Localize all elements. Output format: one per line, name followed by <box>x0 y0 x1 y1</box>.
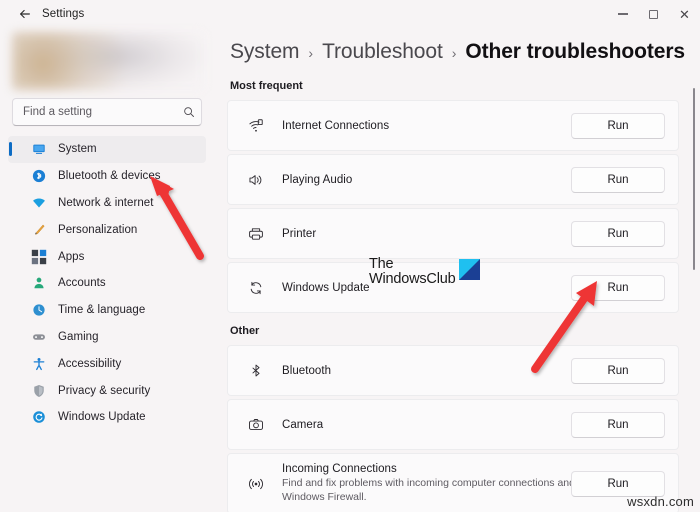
sidebar-item-network-internet[interactable]: Network & internet <box>8 190 206 217</box>
bluetooth-icon <box>30 167 48 185</box>
sidebar-item-label: Accounts <box>58 277 106 290</box>
back-arrow-icon <box>20 9 30 19</box>
close-button[interactable]: ✕ <box>669 0 700 28</box>
section-heading-other: Other <box>230 325 260 337</box>
run-button-windows-update[interactable]: Run <box>571 274 665 301</box>
refresh-icon <box>246 280 266 296</box>
update-icon <box>30 408 48 426</box>
breadcrumb-system[interactable]: System <box>230 40 300 64</box>
breadcrumb: System › Troubleshoot › Other troublesho… <box>230 40 685 64</box>
run-button-printer[interactable]: Run <box>571 220 665 247</box>
sidebar-item-windows-update[interactable]: Windows Update <box>8 404 206 431</box>
speaker-icon <box>246 172 266 188</box>
sidebar-item-gaming[interactable]: Gaming <box>8 324 206 351</box>
troubleshooter-row-printer[interactable]: Printer Run <box>227 208 679 259</box>
troubleshooter-row-playing-audio[interactable]: Playing Audio Run <box>227 154 679 205</box>
sidebar-item-label: Bluetooth & devices <box>58 170 161 183</box>
sidebar-item-accounts[interactable]: Accounts <box>8 270 206 297</box>
brush-icon <box>30 221 48 239</box>
sidebar-item-time-language[interactable]: Time & language <box>8 297 206 324</box>
sidebar-item-label: Personalization <box>58 223 138 236</box>
run-button-playing-audio[interactable]: Run <box>571 166 665 193</box>
chevron-right-icon: › <box>308 45 314 61</box>
printer-icon <box>246 226 266 242</box>
sidebar-item-label: Apps <box>58 250 85 263</box>
troubleshooter-row-camera[interactable]: Camera Run <box>227 399 679 450</box>
sidebar-item-label: System <box>58 143 97 156</box>
bluetooth-icon <box>246 363 266 379</box>
apps-icon <box>31 249 47 264</box>
maximize-icon <box>649 9 658 19</box>
close-icon: ✕ <box>679 6 690 22</box>
sidebar-item-label: Accessibility <box>58 357 122 370</box>
run-button-camera[interactable]: Run <box>571 411 665 438</box>
shield-icon <box>30 382 48 400</box>
person-icon <box>30 274 48 292</box>
search-icon <box>177 106 201 118</box>
troubleshooter-row-internet-connections[interactable]: Internet Connections Run <box>227 100 679 151</box>
minimize-icon <box>617 13 628 15</box>
section-heading-most-frequent: Most frequent <box>230 80 303 92</box>
sidebar-item-label: Windows Update <box>58 411 146 424</box>
window-controls: ✕ <box>607 0 700 28</box>
breadcrumb-troubleshoot[interactable]: Troubleshoot <box>322 40 443 64</box>
sidebar-nav: System Bluetooth & devices Network & int… <box>8 136 206 431</box>
maximize-button[interactable] <box>638 0 669 28</box>
search-box[interactable] <box>12 98 202 126</box>
user-profile-blurred[interactable] <box>12 32 204 90</box>
breadcrumb-current: Other troubleshooters <box>465 40 685 63</box>
title-bar: Settings ✕ <box>0 0 700 28</box>
run-button-incoming-connections[interactable]: Run <box>571 470 665 497</box>
run-button-internet-connections[interactable]: Run <box>571 112 665 139</box>
watermark-wsxdn: wsxdn.com <box>627 494 694 509</box>
sidebar-item-personalization[interactable]: Personalization <box>8 216 206 243</box>
search-input[interactable] <box>13 106 177 118</box>
sidebar: System Bluetooth & devices Network & int… <box>0 28 214 512</box>
sidebar-item-label: Network & internet <box>58 196 154 209</box>
accessibility-icon <box>30 355 48 373</box>
sidebar-item-label: Privacy & security <box>58 384 151 397</box>
sidebar-item-accessibility[interactable]: Accessibility <box>8 350 206 377</box>
monitor-icon <box>30 140 48 158</box>
sidebar-item-apps[interactable]: Apps <box>8 243 206 270</box>
sidebar-item-privacy-security[interactable]: Privacy & security <box>8 377 206 404</box>
troubleshooter-row-incoming-connections[interactable]: Incoming Connections Find and fix proble… <box>227 453 679 512</box>
window-title: Settings <box>42 8 85 20</box>
run-button-bluetooth[interactable]: Run <box>571 357 665 384</box>
settings-window: Settings ✕ System <box>0 0 700 512</box>
row-description: Find and fix problems with incoming comp… <box>282 476 575 503</box>
content-scrollbar[interactable] <box>689 84 699 512</box>
gamepad-icon <box>30 328 48 346</box>
clock-icon <box>30 301 48 319</box>
scrollbar-thumb[interactable] <box>692 88 695 270</box>
minimize-button[interactable] <box>607 0 638 28</box>
back-button[interactable] <box>10 3 40 25</box>
sidebar-item-bluetooth-devices[interactable]: Bluetooth & devices <box>8 163 206 190</box>
sidebar-item-label: Gaming <box>58 330 99 343</box>
troubleshooter-row-bluetooth[interactable]: Bluetooth Run <box>227 345 679 396</box>
troubleshooter-row-windows-update[interactable]: Windows Update Run <box>227 262 679 313</box>
sidebar-item-label: Time & language <box>58 304 146 317</box>
wifi-icon <box>30 194 48 212</box>
sidebar-item-system[interactable]: System <box>8 136 206 163</box>
internet-connections-icon <box>246 118 266 134</box>
signal-icon <box>246 476 266 492</box>
camera-icon <box>246 417 266 433</box>
content-pane: System › Troubleshoot › Other troublesho… <box>214 28 700 512</box>
chevron-right-icon: › <box>451 45 457 61</box>
